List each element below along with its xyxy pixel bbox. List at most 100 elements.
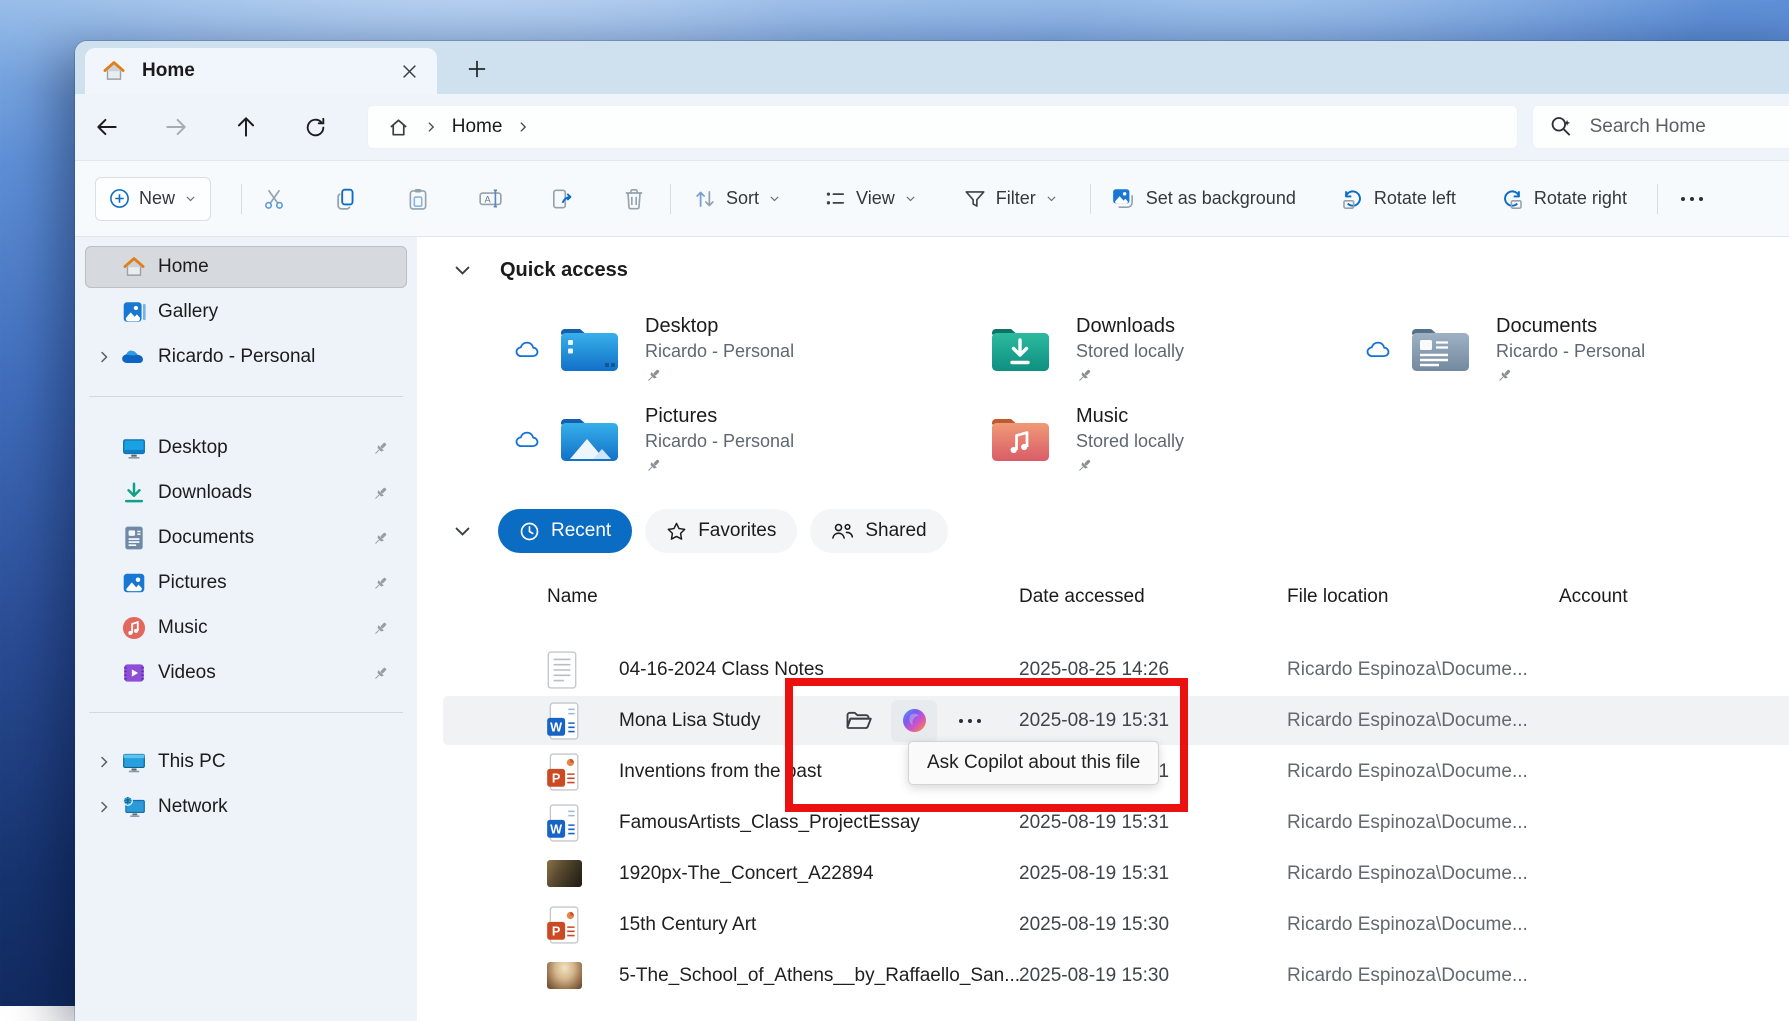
documents-icon (120, 525, 147, 551)
sidebar-item-pictures[interactable]: Pictures (85, 562, 407, 604)
folder-music-icon (988, 413, 1052, 465)
open-file-location-button[interactable] (841, 702, 875, 740)
filter-pill-shared[interactable]: Shared (810, 509, 947, 553)
up-button[interactable] (225, 105, 266, 149)
hover-actions (841, 695, 987, 746)
sidebar-item-label: Music (158, 617, 208, 639)
view-button[interactable]: View (815, 177, 925, 221)
folder-pictures-icon (557, 413, 621, 465)
chevron-right-icon[interactable] (91, 754, 117, 770)
sidebar-divider (89, 712, 403, 713)
chevron-down-icon[interactable] (453, 522, 472, 541)
rotate-left-button[interactable]: Rotate left (1332, 177, 1464, 221)
sidebar-item-gallery[interactable]: Gallery (85, 291, 407, 333)
svg-text:W: W (550, 822, 562, 836)
rotate-right-button[interactable]: Rotate right (1492, 177, 1635, 221)
sidebar-item-downloads[interactable]: Downloads (85, 472, 407, 514)
folder-desktop-icon (557, 323, 621, 375)
quick-access-header[interactable]: Quick access (453, 259, 628, 282)
file-row-5-the-school-of-athens-by-raffaello-san[interactable]: 5-The_School_of_Athens__by_Raffaello_San… (417, 950, 1789, 1001)
this-pc-icon (120, 749, 147, 775)
paste-button[interactable] (396, 177, 440, 221)
pill-label: Recent (551, 520, 611, 542)
chevron-right-icon[interactable] (91, 799, 117, 815)
sidebar-item-this-pc[interactable]: This PC (85, 741, 407, 783)
cloud-icon (1363, 339, 1393, 360)
window-body: HomeGalleryRicardo - PersonalDesktopDown… (75, 237, 1789, 1021)
paste-icon (406, 187, 430, 211)
file-row-04-16-2024-class-notes[interactable]: 04-16-2024 Class Notes2025-08-25 14:26Ri… (417, 644, 1789, 695)
sidebar-item-ricardo-personal[interactable]: Ricardo - Personal (85, 336, 407, 378)
column-header-date-accessed[interactable]: Date accessed (1019, 586, 1287, 608)
copy-icon (334, 187, 358, 211)
refresh-button[interactable] (294, 105, 335, 149)
search-copilot-icon (1548, 114, 1574, 140)
quick-access-card-music[interactable]: MusicStored locally (988, 399, 1363, 479)
folder-subtitle: Ricardo - Personal (1496, 341, 1645, 362)
file-row-1920px-the-concert-a22894[interactable]: 1920px-The_Concert_A228942025-08-19 15:3… (417, 848, 1789, 899)
sidebar-item-desktop[interactable]: Desktop (85, 427, 407, 469)
image-thumbnail (547, 860, 582, 887)
more-options-button[interactable] (1670, 177, 1714, 221)
notes-icon (547, 651, 619, 689)
quick-access-card-text: Downloads Stored locally (1076, 315, 1184, 384)
quick-access-card-desktop[interactable]: Desktop Ricardo - Personal (512, 309, 988, 389)
filter-button[interactable]: Filter (955, 177, 1066, 221)
file-row-15th-century-art[interactable]: P15th Century Art2025-08-19 15:30Ricardo… (417, 899, 1789, 950)
file-location: Ricardo Espinoza\Docume... (1287, 812, 1559, 834)
more-options-icon[interactable] (953, 702, 987, 740)
folder-name: Desktop (645, 315, 794, 338)
quick-access-card-documents[interactable]: DocumentsRicardo - Personal (1363, 309, 1645, 389)
column-header-file-location[interactable]: File location (1287, 586, 1559, 608)
file-row-mona-lisa-study[interactable]: WMona Lisa Study2025-08-19 15:31Ricardo … (417, 695, 1789, 746)
filter-pills-row: Recent Favorites Shared (453, 509, 961, 553)
copy-button[interactable] (324, 177, 368, 221)
chevron-down-icon[interactable] (453, 261, 472, 280)
pin-icon (372, 530, 389, 547)
quick-access-card-pictures[interactable]: PicturesRicardo - Personal (512, 399, 988, 479)
file-name: 5-The_School_of_Athens__by_Raffaello_San… (619, 965, 1019, 987)
breadcrumb-home-icon[interactable] (387, 116, 410, 139)
cut-icon (262, 187, 286, 211)
folder-name: Downloads (1076, 315, 1184, 338)
set-as-background-button[interactable]: Set as background (1103, 177, 1304, 221)
forward-button[interactable] (155, 105, 196, 149)
file-name: FamousArtists_Class_ProjectEssay (619, 812, 1019, 834)
filter-pill-favorites[interactable]: Favorites (645, 509, 797, 553)
back-button[interactable] (86, 105, 127, 149)
search-box[interactable] (1532, 105, 1789, 149)
column-header-name[interactable]: Name (547, 586, 1019, 608)
sidebar-item-music[interactable]: Music (85, 607, 407, 649)
home-icon (101, 58, 127, 84)
sidebar-item-home[interactable]: Home (85, 246, 407, 288)
breadcrumb-segment[interactable]: Home (452, 116, 503, 138)
tab-home[interactable]: Home (85, 48, 437, 94)
new-button[interactable]: New (95, 177, 211, 221)
sidebar-item-network[interactable]: Network (85, 786, 407, 828)
cut-button[interactable] (252, 177, 296, 221)
delete-button[interactable] (612, 177, 656, 221)
share-icon (550, 187, 574, 211)
new-tab-button[interactable] (459, 51, 495, 87)
share-button[interactable] (540, 177, 584, 221)
address-bar[interactable]: Home (367, 105, 1518, 149)
folder-subtitle: Ricardo - Personal (645, 341, 794, 362)
sidebar-item-documents[interactable]: Documents (85, 517, 407, 559)
svg-text:A: A (484, 194, 491, 204)
column-header-account[interactable]: Account (1559, 586, 1789, 608)
ask-copilot-button[interactable] (891, 700, 937, 742)
search-input[interactable] (1588, 115, 1789, 139)
file-row-famousartists-class-projectessay[interactable]: WFamousArtists_Class_ProjectEssay2025-08… (417, 797, 1789, 848)
pin-icon (372, 485, 389, 502)
close-tab-icon[interactable] (393, 55, 425, 87)
folder-subtitle: Stored locally (1076, 341, 1184, 362)
rename-button[interactable]: A (468, 177, 512, 221)
navigation-pane: HomeGalleryRicardo - Personal DesktopDown… (75, 237, 417, 1021)
image-thumbnail (547, 962, 582, 989)
quick-access-card-downloads[interactable]: Downloads Stored locally (988, 309, 1363, 389)
tab-title: Home (142, 60, 195, 82)
chevron-right-icon[interactable] (91, 349, 117, 365)
sort-button[interactable]: Sort (685, 177, 789, 221)
filter-pill-recent[interactable]: Recent (498, 509, 632, 553)
sidebar-item-videos[interactable]: Videos (85, 652, 407, 694)
